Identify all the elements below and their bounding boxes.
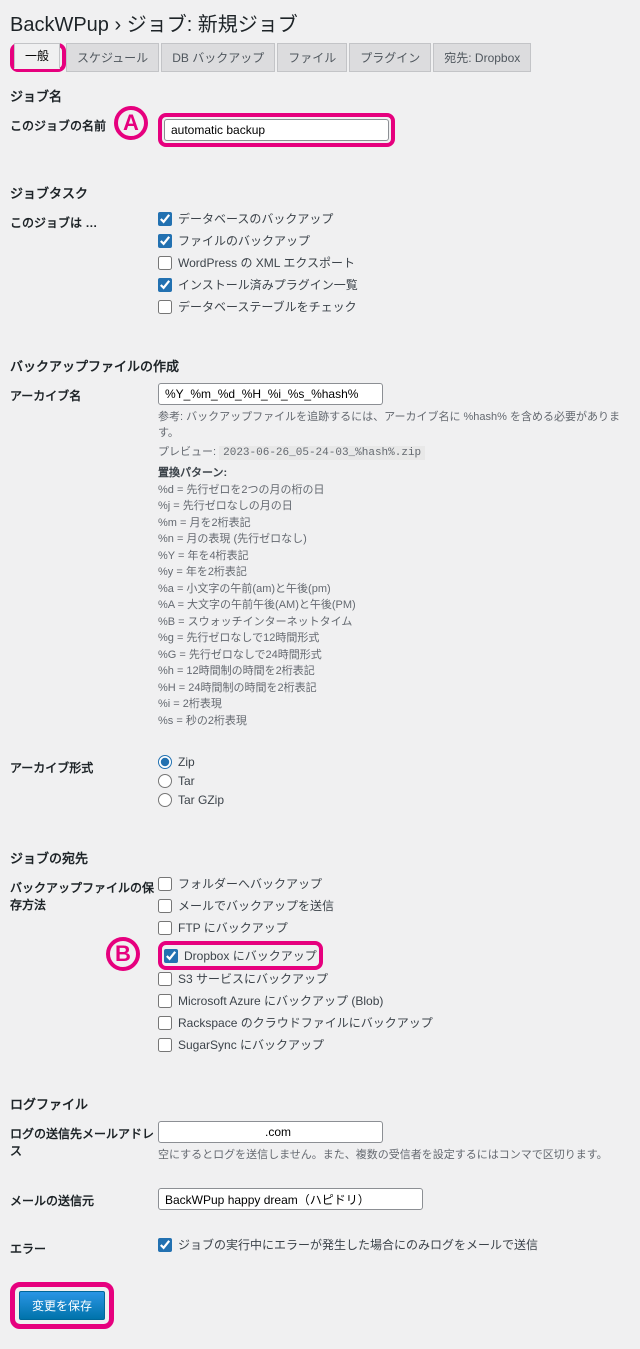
highlight-job-name	[158, 113, 395, 147]
pattern-3: %n = 月の表現 (先行ゼロなし)	[158, 533, 307, 545]
pattern-8: %B = スウォッチインターネットタイム	[158, 616, 352, 628]
job-task-options: データベースのバックアップ ファイルのバックアップ WordPress の XM…	[158, 210, 630, 320]
page-title: BackWPup › ジョブ: 新規ジョブ	[10, 0, 630, 43]
tab-dropbox[interactable]: 宛先: Dropbox	[433, 43, 531, 72]
pattern-2: %m = 月を2桁表記	[158, 517, 251, 529]
check-sugarsync-label: SugarSync にバックアップ	[178, 1036, 324, 1053]
pattern-1: %j = 先行ゼロなしの月の日	[158, 500, 293, 512]
check-plugin-list-label: インストール済みプラグイン一覧	[178, 276, 358, 293]
pattern-7: %A = 大文字の午前午後(AM)と午後(PM)	[158, 599, 356, 611]
archive-name-input[interactable]	[158, 383, 383, 405]
job-name-input[interactable]	[164, 119, 389, 141]
check-db-backup[interactable]	[158, 212, 172, 226]
pattern-11: %h = 12時間制の時間を2桁表記	[158, 665, 315, 677]
label-error: エラー	[10, 1236, 158, 1257]
pattern-4: %Y = 年を4桁表記	[158, 550, 249, 562]
check-dropbox-label: Dropbox にバックアップ	[184, 947, 317, 964]
heading-logfile: ログファイル	[10, 1094, 630, 1113]
radio-zip-label: Zip	[178, 755, 195, 769]
check-db-tables[interactable]	[158, 300, 172, 314]
check-folder-label: フォルダーへバックアップ	[178, 875, 322, 892]
pattern-0: %d = 先行ゼロを2つの月の桁の日	[158, 484, 325, 496]
label-log-email: ログの送信先メールアドレス	[10, 1121, 158, 1159]
heading-destination: ジョブの宛先	[10, 848, 630, 867]
annotation-b: B	[106, 937, 140, 971]
preview-label: プレビュー:	[158, 446, 216, 458]
patterns-list: 置換パターン: %d = 先行ゼロを2つの月の桁の日 %j = 先行ゼロなしの月…	[158, 465, 630, 729]
check-ftp[interactable]	[158, 921, 172, 935]
tab-general[interactable]: 一般	[14, 43, 60, 69]
check-email[interactable]	[158, 899, 172, 913]
heading-job-name: ジョブ名	[10, 86, 630, 105]
check-file-backup[interactable]	[158, 234, 172, 248]
check-rackspace[interactable]	[158, 1016, 172, 1030]
heading-job-task: ジョブタスク	[10, 183, 630, 202]
preview-row: プレビュー: 2023-06-26_05-24-03_%hash%.zip	[158, 443, 630, 459]
tab-schedule[interactable]: スケジュール	[66, 43, 159, 72]
label-job-task: このジョブは …	[10, 210, 158, 231]
check-folder[interactable]	[158, 877, 172, 891]
highlight-dropbox: Dropbox にバックアップ	[158, 941, 323, 970]
radio-targzip-label: Tar GZip	[178, 793, 224, 807]
radio-tar-label: Tar	[178, 774, 195, 788]
check-file-backup-label: ファイルのバックアップ	[178, 232, 310, 249]
pattern-10: %G = 先行ゼロなしで24時間形式	[158, 649, 322, 661]
check-azure-label: Microsoft Azure にバックアップ (Blob)	[178, 992, 383, 1009]
check-wp-xml[interactable]	[158, 256, 172, 270]
pattern-12: %H = 24時間制の時間を2桁表記	[158, 682, 317, 694]
check-sugarsync[interactable]	[158, 1038, 172, 1052]
pattern-6: %a = 小文字の午前(am)と午後(pm)	[158, 583, 331, 595]
check-s3[interactable]	[158, 972, 172, 986]
highlight-tab-general: 一般	[10, 43, 66, 72]
annotation-a: A	[114, 106, 148, 140]
check-error-only-label: ジョブの実行中にエラーが発生した場合にのみログをメールで送信	[178, 1236, 538, 1253]
destination-options: フォルダーへバックアップ メールでバックアップを送信 FTP にバックアップ B…	[158, 875, 630, 1058]
pattern-13: %i = 2桁表現	[158, 698, 222, 710]
log-email-note: 空にするとログを送信しません。また、複数の受信者を設定するにはコンマで区切ります…	[158, 1146, 630, 1162]
log-email-input[interactable]	[158, 1121, 383, 1143]
save-button[interactable]: 変更を保存	[19, 1291, 105, 1320]
pattern-9: %g = 先行ゼロなしで12時間形式	[158, 632, 319, 644]
check-error-only[interactable]	[158, 1238, 172, 1252]
highlight-submit: 変更を保存	[10, 1282, 114, 1329]
check-plugin-list[interactable]	[158, 278, 172, 292]
check-db-backup-label: データベースのバックアップ	[178, 210, 333, 227]
label-archive-name: アーカイブ名	[10, 383, 158, 404]
radio-targzip[interactable]	[158, 793, 172, 807]
check-s3-label: S3 サービスにバックアップ	[178, 970, 328, 987]
pattern-14: %s = 秒の2桁表現	[158, 715, 247, 727]
tab-plugin[interactable]: プラグイン	[349, 43, 431, 72]
check-wp-xml-label: WordPress の XML エクスポート	[178, 254, 355, 271]
label-sender: メールの送信元	[10, 1188, 158, 1209]
tab-db-backup[interactable]: DB バックアップ	[161, 43, 275, 72]
label-archive-format: アーカイブ形式	[10, 755, 158, 776]
tab-file[interactable]: ファイル	[277, 43, 347, 72]
check-dropbox[interactable]	[164, 949, 178, 963]
check-email-label: メールでバックアップを送信	[178, 897, 334, 914]
check-ftp-label: FTP にバックアップ	[178, 919, 288, 936]
preview-value: 2023-06-26_05-24-03_%hash%.zip	[219, 446, 425, 460]
pattern-5: %y = 年を2桁表記	[158, 566, 247, 578]
check-db-tables-label: データベーステーブルをチェック	[178, 298, 357, 315]
nav-tabs: 一般 スケジュール DB バックアップ ファイル プラグイン 宛先: Dropb…	[10, 43, 630, 72]
radio-zip[interactable]	[158, 755, 172, 769]
hash-note: 参考: バックアップファイルを追跡するには、アーカイブ名に %hash% を含め…	[158, 408, 630, 440]
radio-tar[interactable]	[158, 774, 172, 788]
heading-backup-file: バックアップファイルの作成	[10, 356, 630, 375]
check-rackspace-label: Rackspace のクラウドファイルにバックアップ	[178, 1014, 433, 1031]
check-azure[interactable]	[158, 994, 172, 1008]
patterns-title: 置換パターン:	[158, 467, 227, 479]
label-destination: バックアップファイルの保存方法	[10, 875, 158, 913]
sender-input[interactable]	[158, 1188, 423, 1210]
